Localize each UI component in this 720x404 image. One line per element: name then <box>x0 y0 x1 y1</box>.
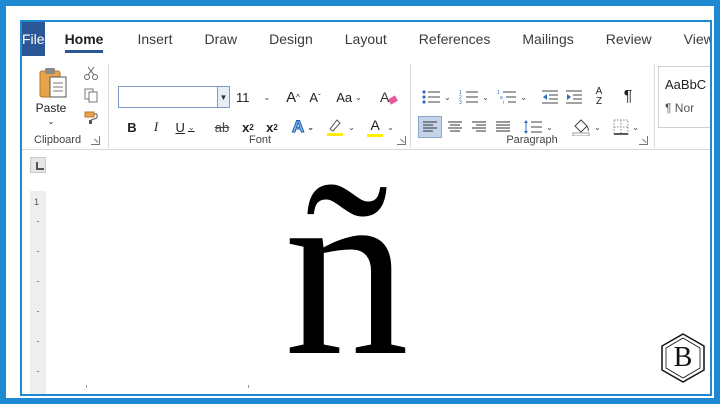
decrease-indent-icon[interactable] <box>540 86 560 108</box>
ruler-tick <box>248 385 249 388</box>
font-size-chevron-icon[interactable]: ⌄ <box>264 93 271 102</box>
numbering-button[interactable]: 1 2 3 ⌄ <box>456 86 492 108</box>
tab-view[interactable]: View <box>668 22 710 56</box>
cut-icon[interactable] <box>82 64 100 82</box>
show-formatting-marks-button[interactable]: ¶ <box>618 86 638 108</box>
ruler-tick <box>37 371 39 372</box>
shrink-font-button[interactable]: Aˇ <box>306 86 324 108</box>
increase-indent-icon[interactable] <box>564 86 584 108</box>
multilevel-list-button[interactable]: 1 a i ⌄ <box>494 86 530 108</box>
ruler-tick <box>37 221 39 222</box>
clear-formatting-icon[interactable]: A <box>378 86 400 108</box>
ribbon-divider <box>654 64 655 148</box>
clipboard-group: Paste ⌄ Clipboard <box>22 58 106 150</box>
copy-icon[interactable] <box>82 86 100 104</box>
font-name-dropdown-icon[interactable]: ▼ <box>217 87 229 107</box>
ruler-tick <box>37 341 39 342</box>
logo-letter: B <box>673 342 693 373</box>
channel-logo: B <box>660 332 706 384</box>
paste-button[interactable]: Paste <box>32 100 70 116</box>
paragraph-group-label: Paragraph <box>506 134 558 146</box>
tab-review[interactable]: Review <box>590 22 668 56</box>
tab-references[interactable]: References <box>403 22 507 56</box>
paragraph-launcher-icon[interactable] <box>639 136 648 145</box>
bullets-button[interactable]: ⌄ <box>418 86 454 108</box>
tab-file[interactable]: File <box>22 22 45 56</box>
sort-button[interactable]: AZ <box>588 84 610 110</box>
ribbon-divider <box>410 64 411 148</box>
paste-dropdown-chevron-icon[interactable]: ⌄ <box>44 116 58 126</box>
clipboard-launcher-icon[interactable] <box>91 136 100 145</box>
tab-selector-icon[interactable] <box>30 157 46 173</box>
tab-draw[interactable]: Draw <box>188 22 253 56</box>
style-normal-preview: AaBbC <box>665 77 707 92</box>
ruler-number: 1 <box>34 197 40 207</box>
document-area[interactable]: 1 ñ B <box>22 145 710 394</box>
tab-mailings[interactable]: Mailings <box>506 22 589 56</box>
font-size-input[interactable]: 11 ⌄ <box>234 86 278 108</box>
change-case-button[interactable]: Aa ⌄ <box>334 86 364 108</box>
outer-frame: File Home Insert Draw Design Layout Refe… <box>0 0 720 404</box>
ruler-tick <box>37 311 39 312</box>
grow-font-button[interactable]: A ^ <box>284 86 302 108</box>
ruler-tick <box>37 251 39 252</box>
tab-design[interactable]: Design <box>253 22 329 56</box>
vertical-ruler: 1 <box>30 191 46 394</box>
tab-insert[interactable]: Insert <box>121 22 188 56</box>
style-normal-label: ¶ Nor <box>665 101 695 115</box>
document-character: ñ <box>284 131 409 396</box>
paste-icon[interactable] <box>36 64 70 100</box>
tab-home[interactable]: Home <box>55 22 114 56</box>
svg-text:A: A <box>380 89 390 105</box>
svg-text:i: i <box>503 100 504 105</box>
ribbon-divider <box>108 64 109 148</box>
format-painter-icon[interactable] <box>82 108 100 126</box>
font-name-input[interactable]: ▼ <box>118 86 230 108</box>
tab-layout[interactable]: Layout <box>329 22 403 56</box>
word-window: File Home Insert Draw Design Layout Refe… <box>20 20 712 396</box>
ruler-tick <box>86 385 87 388</box>
styles-gallery-normal[interactable]: AaBbC ¶ Nor <box>658 66 710 128</box>
font-size-value: 11 <box>236 89 250 105</box>
ruler-tick <box>37 281 39 282</box>
ribbon-tabs: File Home Insert Draw Design Layout Refe… <box>22 22 710 56</box>
paragraph-group: ⌄ 1 2 3 ⌄ 1 a i ⌄ AZ ¶ ⌄ ⌄ ⌄ Paragraph <box>412 58 652 150</box>
svg-text:3: 3 <box>459 100 462 105</box>
